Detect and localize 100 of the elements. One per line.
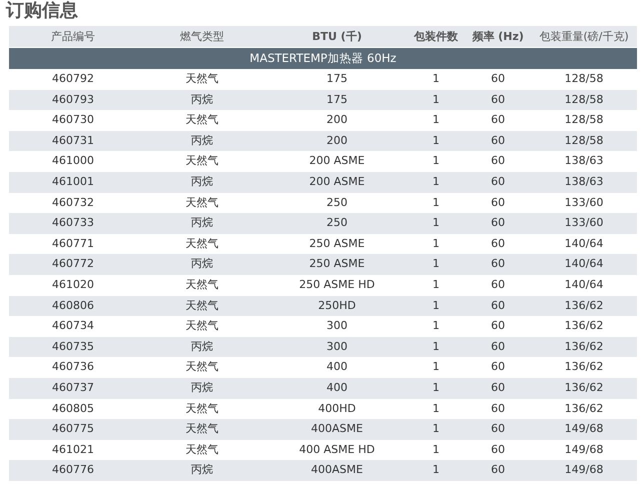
table-cell: 丙烷	[137, 172, 267, 193]
table-cell-text: 400 ASME HD	[298, 442, 376, 458]
table-cell-text: 60	[490, 442, 506, 458]
table-cell-text: 128/58	[564, 71, 604, 87]
table-cell: 460737	[9, 378, 137, 398]
table-cell: 60	[465, 336, 531, 358]
table-cell-text: 60	[490, 400, 506, 416]
section-header: MASTERTEMP加热器 60Hz	[9, 48, 637, 69]
table-cell-text: 天然气	[184, 194, 220, 211]
table-cell-text: 136/62	[564, 318, 604, 334]
table-cell: 1	[407, 213, 465, 234]
table-cell: 460772	[9, 254, 137, 275]
table-cell-text: 天然气	[184, 71, 220, 87]
table-cell: 400ASME	[267, 419, 407, 440]
table-cell: 丙烷	[137, 213, 267, 234]
table-cell: 140/64	[531, 254, 637, 275]
table-cell: 丙烷	[137, 90, 267, 110]
table-cell: 1	[407, 172, 465, 193]
table-cell-text: 400	[326, 359, 348, 376]
table-cell-text: 天然气	[184, 236, 220, 252]
table-cell: 60	[465, 460, 531, 481]
column-header: 包装重量(磅/千克)	[531, 26, 637, 47]
table-cell-text: 天然气	[184, 442, 220, 458]
table-cell-text: 1	[432, 276, 440, 293]
table-cell-text: 461000	[51, 153, 95, 170]
table-cell-text: 461021	[51, 442, 95, 458]
table-cell-text: 460805	[51, 400, 95, 416]
table-cell: 1	[407, 378, 465, 398]
table-cell-text: 60	[490, 318, 506, 334]
table-cell-text: 60	[490, 112, 506, 128]
table-cell-text: 1	[432, 400, 440, 416]
table-cell: 460806	[9, 296, 137, 316]
table-cell: 1	[407, 130, 465, 152]
table-cell-text: 300	[326, 318, 348, 334]
table-cell: 133/60	[531, 213, 637, 234]
table-cell: 300	[267, 336, 407, 358]
table-cell: 460793	[9, 90, 137, 110]
table-cell-text: 天然气	[184, 112, 220, 128]
table-cell: 丙烷	[137, 130, 267, 152]
table-cell: 1	[407, 90, 465, 110]
table-cell-text: 460730	[51, 112, 95, 128]
table-cell-text: 1	[432, 112, 440, 128]
table-cell-text: 天然气	[184, 153, 220, 170]
table-cell: 1	[407, 419, 465, 440]
table-cell-text: 1	[432, 71, 440, 87]
table-cell-text: 1	[432, 359, 440, 376]
table-cell-text: 200 ASME	[308, 153, 366, 170]
table-cell-text: 60	[490, 359, 506, 376]
table-cell-text: 天然气	[184, 318, 220, 334]
table-cell: 60	[465, 213, 531, 234]
table-cell: 60	[465, 130, 531, 152]
table-cell-text: 140/64	[564, 276, 604, 293]
table-cell: 60	[465, 254, 531, 275]
table-cell: 136/62	[531, 378, 637, 398]
table-cell-text: 250	[326, 194, 348, 211]
table-cell: 128/58	[531, 90, 637, 110]
table-cell: 60	[465, 378, 531, 398]
table-cell: 128/58	[531, 130, 637, 152]
table-cell: 60	[465, 419, 531, 440]
table-cell-text: 1	[432, 318, 440, 334]
table-cell: 丙烷	[137, 336, 267, 358]
table-cell-text: 1	[432, 153, 440, 170]
table-cell: 136/62	[531, 336, 637, 358]
table-cell: 天然气	[137, 419, 267, 440]
table-cell-text: 175	[326, 71, 348, 87]
table-cell: 1	[407, 460, 465, 481]
table-cell-text: 149/68	[564, 442, 604, 458]
table-cell-text: 128/58	[564, 112, 604, 128]
table-cell: 460735	[9, 336, 137, 358]
table-cell-text: 60	[490, 194, 506, 211]
table-cell-text: 136/62	[564, 359, 604, 376]
table-cell: 149/68	[531, 419, 637, 440]
table-cell-text: 460732	[51, 194, 95, 211]
table-cell: 461001	[9, 172, 137, 193]
table-cell-text: 460736	[51, 359, 95, 376]
table-cell: 250 ASME	[267, 254, 407, 275]
table-cell: 丙烷	[137, 378, 267, 398]
table-cell-text: 60	[490, 153, 506, 170]
table-cell: 460776	[9, 460, 137, 481]
table-cell-text: 400HD	[317, 400, 357, 416]
table-cell: 丙烷	[137, 460, 267, 481]
table-cell: 138/63	[531, 172, 637, 193]
table-cell-text: 133/60	[564, 194, 604, 211]
table-cell: 60	[465, 296, 531, 316]
table-cell-text: 天然气	[184, 400, 220, 416]
table-cell: 60	[465, 172, 531, 193]
table-cell: 250HD	[267, 296, 407, 316]
table-cell: 400	[267, 378, 407, 398]
column-header: BTU (千)	[267, 26, 407, 47]
table-cell: 天然气	[137, 296, 267, 316]
table-cell-text: 1	[432, 236, 440, 252]
table-cell-text: 250 ASME HD	[298, 276, 376, 293]
table-cell: 1	[407, 296, 465, 316]
table-cell-text: 460792	[51, 71, 95, 87]
column-header: 燃气类型	[137, 26, 267, 47]
table-cell-text: 1	[432, 442, 440, 458]
table-cell: 1	[407, 254, 465, 275]
table-cell: 250	[267, 213, 407, 234]
table-cell: 1	[407, 336, 465, 358]
table-cell: 60	[465, 90, 531, 110]
